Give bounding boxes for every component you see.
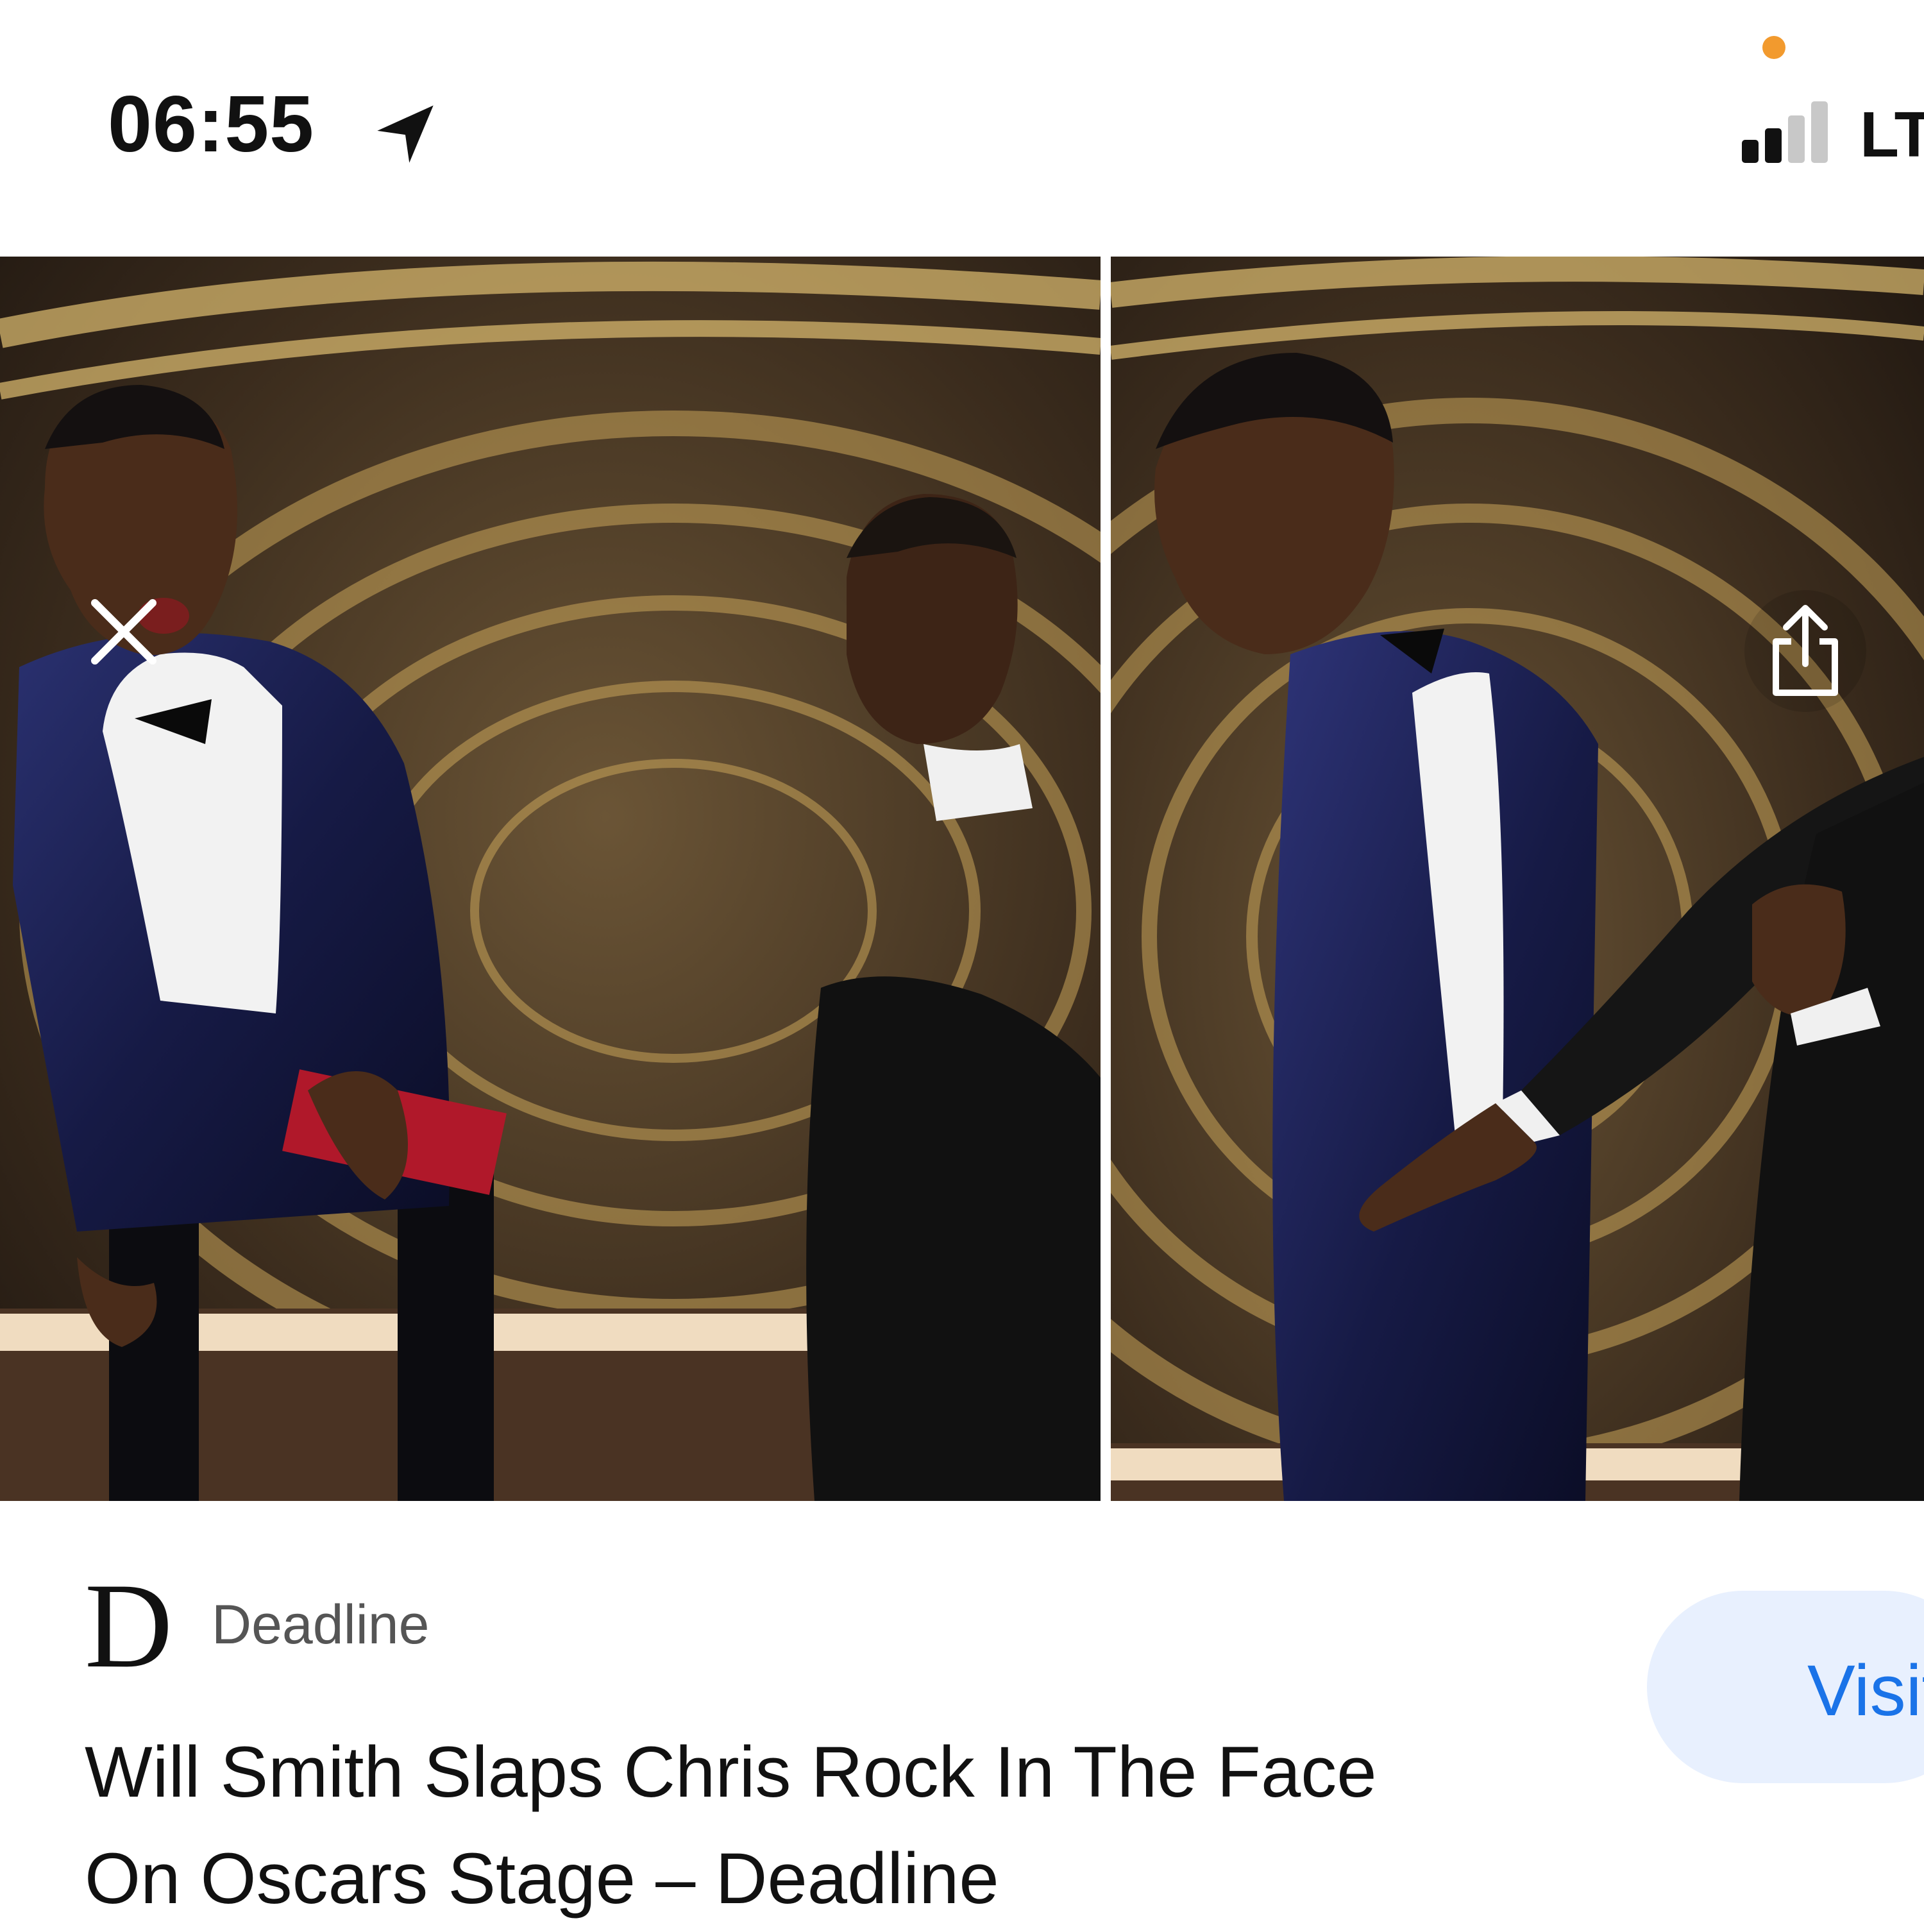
image-carousel[interactable] bbox=[0, 257, 1924, 1501]
privacy-indicator-dot bbox=[1762, 36, 1785, 59]
share-button[interactable] bbox=[1744, 590, 1866, 712]
location-arrow-icon bbox=[377, 105, 434, 163]
result-title-line: Will Smith Slaps Chris Rock In The Face bbox=[85, 1732, 1377, 1812]
source-logo: D bbox=[85, 1559, 173, 1693]
status-bar: 06:55 LT bbox=[0, 0, 1924, 257]
photo-right[interactable] bbox=[1111, 257, 1924, 1501]
visit-button-label: Visit bbox=[1807, 1650, 1924, 1731]
result-title-line: On Oscars Stage – Deadline bbox=[85, 1838, 999, 1919]
carrier-label: LT bbox=[1860, 99, 1924, 171]
share-icon bbox=[1773, 605, 1838, 696]
photo-left[interactable] bbox=[0, 257, 1101, 1501]
signal-bars-icon bbox=[1742, 101, 1838, 163]
status-time: 06:55 bbox=[108, 80, 315, 169]
close-icon bbox=[91, 599, 156, 665]
source-name[interactable]: Deadline bbox=[212, 1597, 429, 1652]
result-title[interactable]: Will Smith Slaps Chris Rock In The Face … bbox=[85, 1719, 1624, 1932]
visit-button[interactable]: Visit bbox=[1647, 1591, 1924, 1783]
close-button[interactable] bbox=[69, 577, 178, 686]
